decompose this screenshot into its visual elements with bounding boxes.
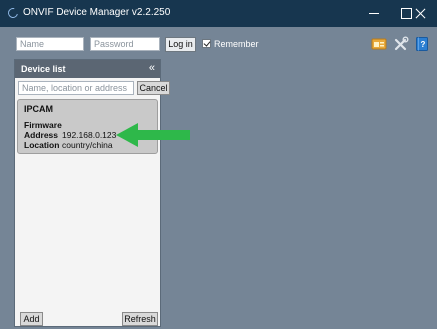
device-address-row: Address 192.168.0.123 xyxy=(24,130,116,140)
title-bar: ONVIF Device Manager v2.2.250 xyxy=(0,0,437,27)
login-button[interactable]: Log in xyxy=(165,37,196,52)
password-input[interactable] xyxy=(90,37,160,51)
svg-text:?: ? xyxy=(421,40,426,49)
minimize-button[interactable] xyxy=(358,0,390,27)
app-logo-icon xyxy=(6,6,20,20)
device-list-header: Device list « xyxy=(15,60,160,78)
location-label: Location xyxy=(24,140,60,150)
device-location-row: Location country/china xyxy=(24,140,113,150)
firmware-label: Firmware xyxy=(24,120,62,130)
name-input[interactable] xyxy=(16,37,84,51)
address-label: Address xyxy=(24,130,59,140)
close-button[interactable] xyxy=(405,0,437,27)
remember-checkbox[interactable]: Remember xyxy=(202,39,259,49)
add-button[interactable]: Add xyxy=(20,312,43,326)
checkbox-checked-icon xyxy=(202,39,211,48)
help-book-icon[interactable]: ? xyxy=(414,36,430,52)
tools-icon[interactable] xyxy=(393,36,409,52)
device-firmware-row: Firmware xyxy=(24,120,62,130)
annotation-arrow-icon xyxy=(116,123,190,147)
remember-label: Remember xyxy=(214,39,259,49)
device-search-input[interactable] xyxy=(18,81,134,95)
refresh-button[interactable]: Refresh xyxy=(122,312,158,326)
address-value: 192.168.0.123 xyxy=(62,130,117,140)
device-name: IPCAM xyxy=(24,104,53,114)
collapse-icon[interactable]: « xyxy=(149,62,155,74)
cancel-button[interactable]: Cancel xyxy=(137,81,170,95)
device-list-panel: Device list « Cancel IPCAM Firmware Addr… xyxy=(14,59,170,327)
location-value: country/china xyxy=(62,140,113,150)
badge-icon[interactable] xyxy=(371,36,387,52)
device-list-title: Device list xyxy=(21,64,66,74)
window-title: ONVIF Device Manager v2.2.250 xyxy=(23,7,171,18)
